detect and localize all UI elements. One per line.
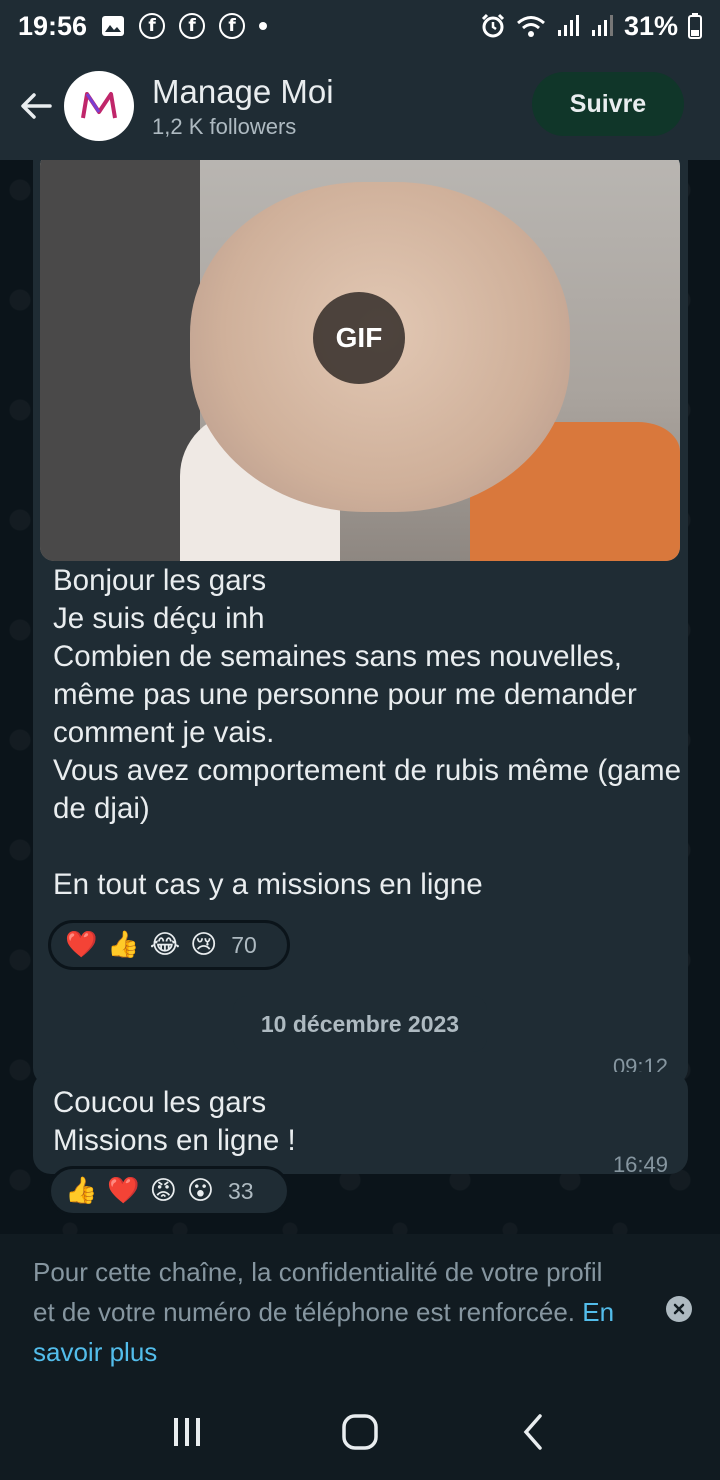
message-time: 16:49 — [612, 1152, 668, 1177]
manage-moi-logo-icon — [81, 92, 117, 119]
reaction-emoji: 😮 — [186, 1176, 214, 1206]
reaction-emoji: 😡 — [149, 1176, 177, 1206]
reactions-bar[interactable]: ❤️ 👍 😂 😢 70 — [48, 920, 290, 970]
image-icon — [101, 15, 125, 37]
gif-play-badge[interactable]: GIF — [313, 292, 405, 384]
date-separator: 10 décembre 2023 — [233, 996, 487, 1052]
message-text: Coucou les gars Missions en ligne ! — [53, 1086, 296, 1157]
chevron-left-icon — [523, 1414, 543, 1450]
privacy-notice-text: Pour cette chaîne, la confidentialité de… — [33, 1257, 603, 1327]
battery-percent: 31% — [623, 10, 678, 41]
facebook-icon: f — [219, 13, 246, 39]
battery-icon — [688, 13, 702, 39]
reaction-emoji: 👍 — [107, 930, 140, 960]
gif-image-region — [40, 160, 200, 561]
close-icon[interactable] — [666, 1296, 692, 1322]
facebook-icon: f — [179, 13, 206, 39]
follow-button[interactable]: Suivre — [532, 72, 684, 136]
reaction-emoji: 👍 — [65, 1176, 98, 1206]
channel-avatar[interactable] — [64, 71, 134, 141]
privacy-notice: Pour cette chaîne, la confidentialité de… — [0, 1234, 720, 1384]
facebook-icon: f — [139, 13, 166, 39]
reaction-emoji: 😢 — [190, 930, 218, 960]
channel-header: Manage Moi 1,2 K followers Suivre — [0, 52, 720, 160]
wifi-icon — [516, 14, 546, 38]
message-text: Bonjour les gars Je suis déçu inh Combie… — [53, 564, 681, 901]
reaction-emoji: ❤️ — [65, 930, 98, 960]
reaction-count: 70 — [231, 931, 257, 958]
channel-followers: 1,2 K followers — [152, 114, 297, 139]
channel-name[interactable]: Manage Moi — [152, 72, 334, 112]
home-icon — [342, 1414, 378, 1450]
dot-icon — [259, 22, 268, 30]
back-button[interactable] — [8, 78, 64, 134]
reaction-count: 33 — [227, 1177, 254, 1204]
arrow-left-icon — [21, 93, 52, 119]
signal-icon — [556, 14, 580, 38]
status-bar: 19:56 f f f 31% — [0, 0, 720, 52]
alarm-icon — [480, 13, 506, 39]
gif-preview[interactable]: GIF — [40, 160, 680, 561]
recent-apps-button[interactable] — [157, 1402, 217, 1462]
status-time: 19:56 — [18, 10, 88, 41]
message-bubble[interactable]: Coucou les gars Missions en ligne ! 16:4… — [33, 1072, 688, 1177]
system-nav-bar — [0, 1384, 720, 1480]
signal-icon — [590, 14, 614, 38]
recent-apps-icon — [173, 1418, 200, 1446]
reaction-emoji: 😂 — [149, 930, 181, 960]
chat-area[interactable]: GIF Bonjour les gars Je suis déçu inh Co… — [0, 160, 720, 1234]
back-nav-button[interactable] — [503, 1402, 563, 1462]
home-button[interactable] — [330, 1402, 390, 1462]
reactions-bar[interactable]: 👍 ❤️ 😡 😮 33 — [48, 1166, 290, 1216]
reaction-emoji: ❤️ — [107, 1176, 140, 1206]
